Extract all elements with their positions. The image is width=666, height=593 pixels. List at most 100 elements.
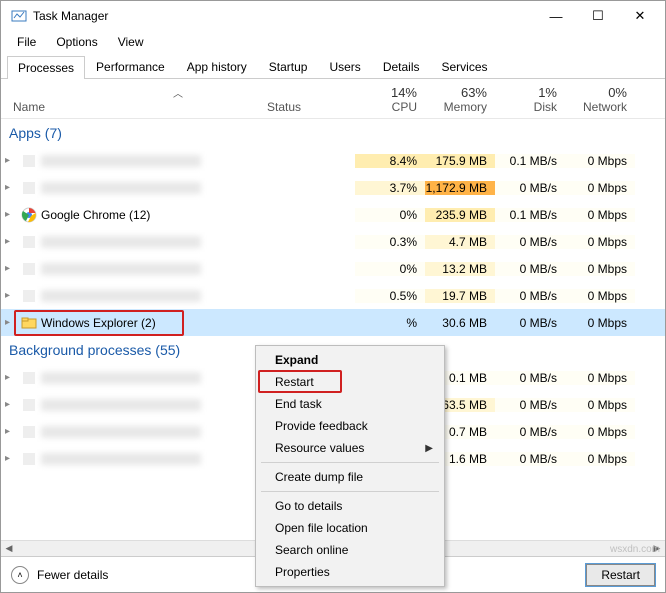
tab-services[interactable]: Services — [431, 55, 499, 78]
table-row[interactable]: ▸Google Chrome (12)0%235.9 MB0.1 MB/s0 M… — [1, 201, 665, 228]
chevron-right-icon[interactable]: ▸ — [5, 453, 17, 464]
maximize-button[interactable]: ☐ — [577, 2, 619, 30]
sort-indicator-icon: ︿ — [173, 85, 183, 100]
chevron-right-icon[interactable]: ▸ — [5, 372, 17, 383]
cell-disk: 0.1 MB/s — [495, 154, 565, 168]
cell-network: 0 Mbps — [565, 235, 635, 249]
minimize-button[interactable]: — — [535, 2, 577, 30]
process-name-blurred — [41, 263, 201, 275]
generic-icon — [21, 451, 37, 467]
generic-icon — [21, 153, 37, 169]
column-network[interactable]: 0% Network — [565, 85, 635, 118]
table-row[interactable]: ▸ 3.7%1,172.9 MB0 MB/s0 Mbps — [1, 174, 665, 201]
titlebar[interactable]: Task Manager — ☐ ✕ — [1, 1, 665, 31]
menubar: File Options View — [1, 31, 665, 53]
tab-performance[interactable]: Performance — [85, 55, 176, 78]
menu-separator — [261, 491, 439, 492]
cell-memory: 13.2 MB — [425, 262, 495, 276]
chevron-right-icon[interactable]: ▸ — [5, 182, 17, 193]
generic-icon — [21, 370, 37, 386]
menu-item-end-task[interactable]: End task — [259, 393, 441, 415]
menu-options[interactable]: Options — [48, 33, 105, 51]
generic-icon — [21, 424, 37, 440]
cell-disk: 0 MB/s — [495, 181, 565, 195]
menu-item-provide-feedback[interactable]: Provide feedback — [259, 415, 441, 437]
tab-details[interactable]: Details — [372, 55, 431, 78]
cell-network: 0 Mbps — [565, 262, 635, 276]
cell-disk: 0 MB/s — [495, 425, 565, 439]
tab-app-history[interactable]: App history — [176, 55, 258, 78]
chevron-right-icon[interactable]: ▸ — [5, 426, 17, 437]
menu-view[interactable]: View — [110, 33, 152, 51]
table-row[interactable]: ▸ Windows Explorer (2)%30.6 MB0 MB/s0 Mbp… — [1, 309, 665, 336]
column-disk[interactable]: 1% Disk — [495, 85, 565, 118]
process-name-blurred — [41, 399, 201, 411]
process-name-blurred — [41, 426, 201, 438]
cell-memory: 235.9 MB — [425, 208, 495, 222]
chevron-right-icon[interactable]: ▸ — [5, 317, 17, 328]
tab-startup[interactable]: Startup — [258, 55, 319, 78]
explorer-icon — [21, 315, 37, 331]
menu-item-create-dump-file[interactable]: Create dump file — [259, 466, 441, 488]
cell-disk: 0.1 MB/s — [495, 208, 565, 222]
chevron-right-icon[interactable]: ▸ — [5, 155, 17, 166]
watermark: wsxdn.com — [610, 544, 660, 555]
column-memory[interactable]: 63% Memory — [425, 85, 495, 118]
cell-memory: 4.7 MB — [425, 235, 495, 249]
context-menu: ExpandRestartEnd taskProvide feedbackRes… — [255, 345, 445, 587]
column-cpu[interactable]: 14% CPU — [355, 85, 425, 118]
chevron-right-icon[interactable]: ▸ — [5, 290, 17, 301]
process-name-blurred — [41, 453, 201, 465]
menu-file[interactable]: File — [9, 33, 44, 51]
menu-item-open-file-location[interactable]: Open file location — [259, 517, 441, 539]
chevron-right-icon[interactable]: ▸ — [5, 263, 17, 274]
column-status[interactable]: Status — [261, 100, 355, 118]
cell-cpu: 3.7% — [355, 181, 425, 195]
process-name: Windows Explorer (2) — [41, 316, 156, 330]
menu-item-go-to-details[interactable]: Go to details — [259, 495, 441, 517]
cell-disk: 0 MB/s — [495, 316, 565, 330]
scroll-left-icon[interactable]: ◀ — [1, 541, 17, 556]
table-row[interactable]: ▸0%13.2 MB0 MB/s0 Mbps — [1, 255, 665, 282]
cell-memory: 19.7 MB — [425, 289, 495, 303]
generic-icon — [21, 397, 37, 413]
table-row[interactable]: ▸0.5%19.7 MB0 MB/s0 Mbps — [1, 282, 665, 309]
submenu-arrow-icon: ▶ — [425, 443, 433, 454]
cell-cpu: % — [355, 316, 425, 330]
chevron-right-icon[interactable]: ▸ — [5, 209, 17, 220]
cell-memory: 30.6 MB — [425, 316, 495, 330]
menu-item-search-online[interactable]: Search online — [259, 539, 441, 561]
cell-network: 0 Mbps — [565, 289, 635, 303]
chevron-right-icon[interactable]: ▸ — [5, 236, 17, 247]
table-row[interactable]: ▸8.4%175.9 MB0.1 MB/s0 Mbps — [1, 147, 665, 174]
menu-item-resource-values[interactable]: Resource values▶ — [259, 437, 441, 459]
generic-icon — [21, 234, 37, 250]
cell-network: 0 Mbps — [565, 316, 635, 330]
menu-item-expand[interactable]: Expand — [259, 349, 441, 371]
menu-item-restart[interactable]: Restart — [259, 371, 441, 393]
generic-icon — [21, 261, 37, 277]
cell-memory: 1,172.9 MB — [425, 181, 495, 195]
close-button[interactable]: ✕ — [619, 2, 661, 30]
process-name-blurred — [41, 372, 201, 384]
cell-cpu: 0% — [355, 208, 425, 222]
table-row[interactable]: ▸0.3%4.7 MB0 MB/s0 Mbps — [1, 228, 665, 255]
fewer-details-button[interactable]: ˄ Fewer details — [11, 566, 108, 584]
column-headers: Name ︿ Status 14% CPU 63% Memory 1% Disk… — [1, 79, 665, 119]
tab-users[interactable]: Users — [318, 55, 371, 78]
menu-item-properties[interactable]: Properties — [259, 561, 441, 583]
column-name[interactable]: Name ︿ — [1, 99, 261, 118]
chevron-up-icon: ˄ — [11, 566, 29, 584]
cell-network: 0 Mbps — [565, 181, 635, 195]
tab-processes[interactable]: Processes — [7, 56, 85, 79]
cell-cpu: 0% — [355, 262, 425, 276]
section-apps[interactable]: Apps (7) — [1, 119, 665, 147]
cell-memory: 175.9 MB — [425, 154, 495, 168]
chevron-right-icon[interactable]: ▸ — [5, 399, 17, 410]
process-name: Google Chrome (12) — [41, 208, 150, 222]
cell-disk: 0 MB/s — [495, 235, 565, 249]
process-name-blurred — [41, 155, 201, 167]
cell-disk: 0 MB/s — [495, 289, 565, 303]
tabs: Processes Performance App history Startu… — [1, 53, 665, 79]
restart-button[interactable]: Restart — [586, 564, 655, 586]
